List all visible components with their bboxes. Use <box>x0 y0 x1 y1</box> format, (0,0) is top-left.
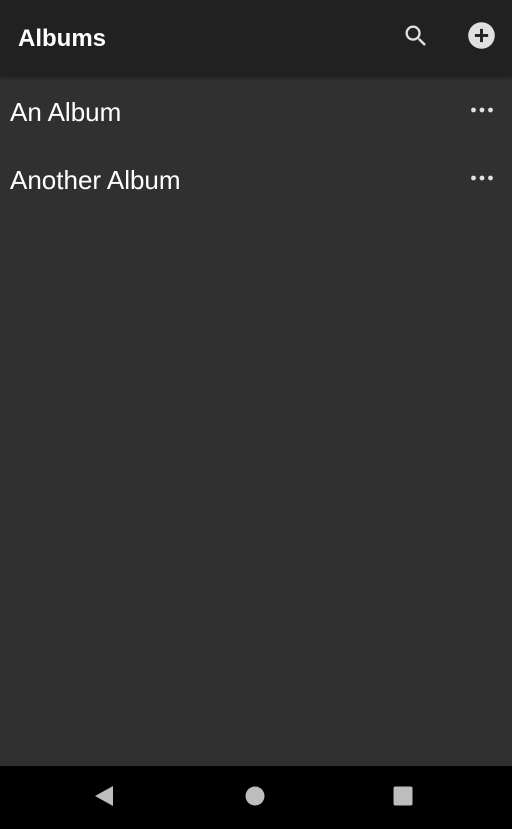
home-circle-icon <box>244 785 266 812</box>
app-bar: Albums <box>0 0 512 76</box>
album-name: An Album <box>10 97 122 127</box>
more-horizontal-icon <box>470 101 494 119</box>
album-list: An Album Another Album <box>0 76 512 211</box>
album-more-button[interactable] <box>462 92 502 128</box>
nav-home-button[interactable] <box>235 778 275 818</box>
system-nav-bar <box>0 766 512 829</box>
back-triangle-icon <box>93 784 115 813</box>
album-more-button[interactable] <box>462 160 502 196</box>
recents-square-icon <box>392 785 414 812</box>
album-list-item[interactable]: An Album <box>0 76 512 144</box>
album-list-item[interactable]: Another Album <box>0 144 512 211</box>
page-title: Albums <box>18 25 107 52</box>
add-album-button[interactable] <box>459 16 503 60</box>
more-horizontal-icon <box>470 169 494 187</box>
nav-back-button[interactable] <box>84 778 124 818</box>
album-name: Another Album <box>10 165 181 195</box>
add-circle-icon <box>467 21 496 55</box>
search-button[interactable] <box>394 16 438 60</box>
search-icon <box>402 22 430 55</box>
nav-recents-button[interactable] <box>383 778 423 818</box>
